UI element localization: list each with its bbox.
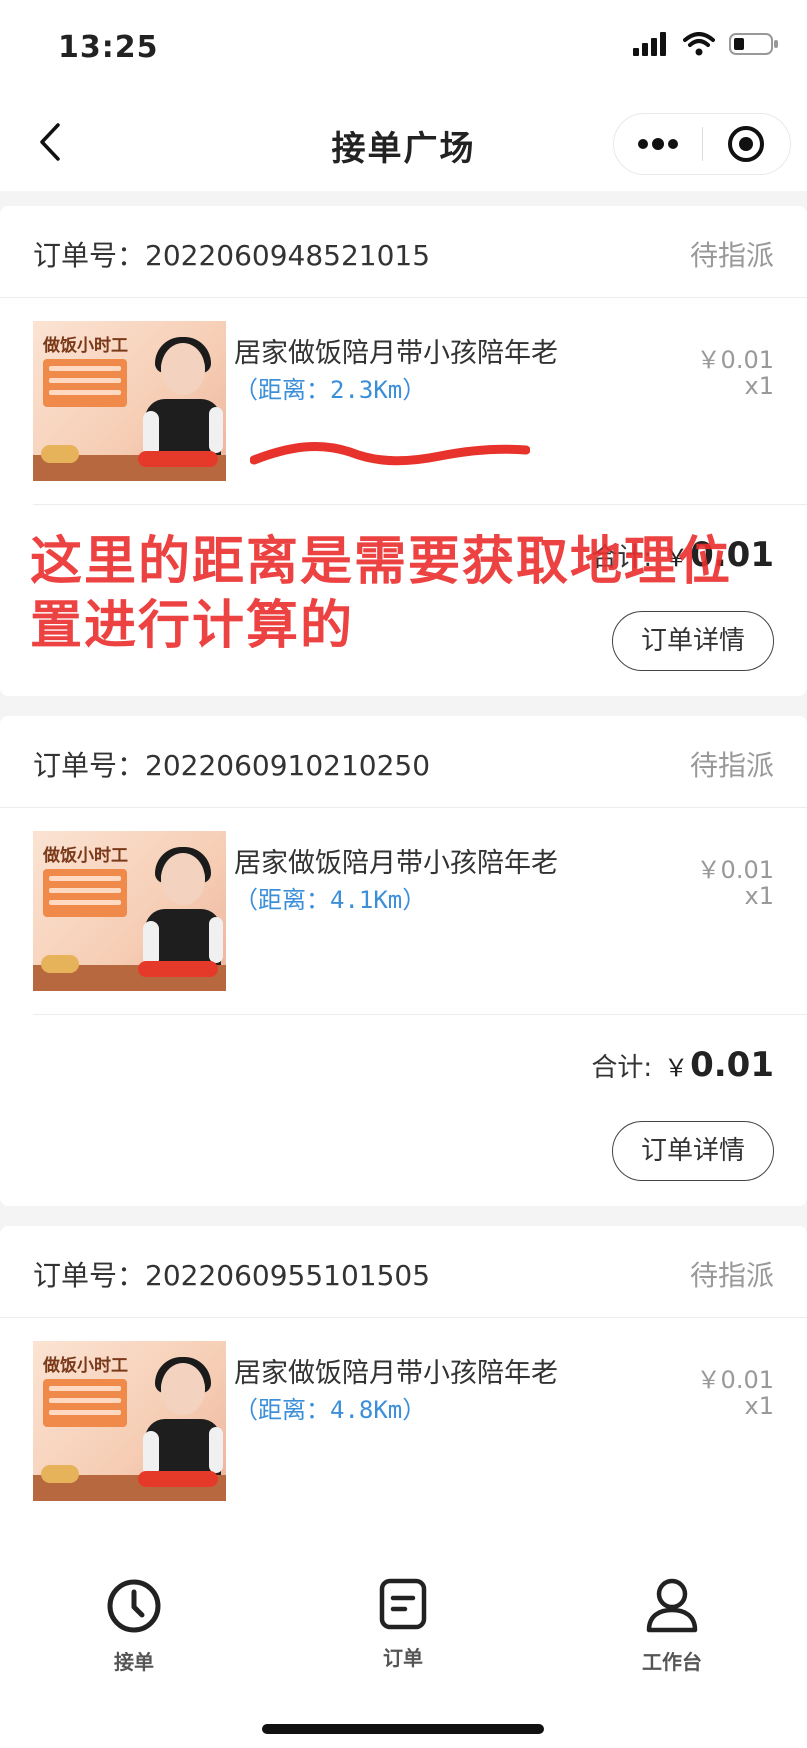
total-label: 合计:: [591, 543, 653, 573]
document-icon: [379, 1578, 427, 1630]
item-thumbnail: 做饭小时工: [33, 321, 226, 481]
order-number-label: 订单号：: [33, 239, 146, 272]
total-label: 合计:: [591, 1053, 653, 1083]
order-card: 订单号：2022060955101505 待指派 做饭小时工 居家做饭陪月带小孩…: [0, 1226, 807, 1556]
tab-label: 接单: [114, 1650, 154, 1674]
status-icons: [633, 32, 779, 56]
tab-orders[interactable]: 订单: [328, 1578, 478, 1671]
clock-icon: [107, 1579, 161, 1633]
close-button[interactable]: [703, 114, 791, 174]
more-dots-icon: [637, 138, 678, 150]
order-detail-button[interactable]: 订单详情: [612, 1121, 774, 1181]
order-status: 待指派: [689, 239, 774, 272]
item-title-text: 居家做饭陪月带小孩陪年老: [234, 1358, 558, 1389]
order-item[interactable]: 做饭小时工 居家做饭陪月带小孩陪年老 （距离：4.8Km） ￥0.01 x1: [0, 1318, 807, 1524]
item-quantity: x1: [744, 882, 774, 910]
order-number-value: 2022060948521015: [145, 239, 431, 272]
thumbnail-price-box: [43, 869, 127, 917]
user-icon: [646, 1578, 698, 1633]
item-thumbnail: 做饭小时工: [33, 831, 226, 991]
order-item[interactable]: 做饭小时工 居家做饭陪月带小孩陪年老 （距离：4.1Km） ￥0.01 x1: [0, 808, 807, 1014]
item-thumbnail: 做饭小时工: [33, 1341, 226, 1501]
target-circle-icon: [728, 126, 765, 162]
item-title-text: 居家做饭陪月带小孩陪年老: [234, 338, 558, 369]
total-value: 0.01: [690, 535, 774, 575]
thumbnail-title: 做饭小时工: [43, 1356, 128, 1376]
item-price: ￥0.01: [696, 346, 774, 374]
item-title: 居家做饭陪月带小孩陪年老 （距离：4.8Km）: [234, 1356, 564, 1428]
order-header: 订单号：2022060955101505 待指派: [0, 1226, 807, 1318]
order-card: 订单号：2022060948521015 待指派 做饭小时工 居家做饭陪月带小孩…: [0, 206, 807, 696]
tab-bar: 接单 订单 工作台: [0, 1530, 807, 1748]
item-quantity: x1: [744, 372, 774, 400]
order-number: 订单号：2022060948521015: [33, 234, 430, 274]
item-title: 居家做饭陪月带小孩陪年老 （距离：2.3Km）: [234, 336, 564, 408]
status-time: 13:25: [58, 30, 159, 65]
tab-label: 订单: [383, 1646, 423, 1670]
item-distance: （距离：2.3Km）: [234, 376, 427, 404]
total-value: 0.01: [690, 1045, 774, 1085]
total-currency: ￥: [664, 1054, 689, 1082]
thumbnail-title: 做饭小时工: [43, 336, 128, 356]
nav-bar: 接单广场: [0, 95, 807, 191]
thumbnail-title: 做饭小时工: [43, 846, 128, 866]
signal-icon: [633, 32, 666, 56]
total-currency: ￥: [664, 544, 689, 572]
order-status: 待指派: [689, 1259, 774, 1292]
order-total: 合计: ￥ 0.01: [591, 535, 774, 575]
order-status: 待指派: [689, 749, 774, 782]
item-price: ￥0.01: [696, 1366, 774, 1394]
order-number: 订单号：2022060955101505: [33, 1254, 430, 1294]
tab-label: 工作台: [642, 1650, 702, 1674]
item-quantity: x1: [744, 1392, 774, 1420]
thumbnail-price-box: [43, 359, 127, 407]
order-number-value: 2022060955101505: [145, 1259, 431, 1292]
order-footer: 合计: ￥ 0.01 订单详情: [0, 505, 807, 685]
order-header: 订单号：2022060910210250 待指派: [0, 716, 807, 808]
order-number-label: 订单号：: [33, 749, 146, 782]
order-detail-button[interactable]: 订单详情: [612, 611, 774, 671]
item-distance: （距离：4.1Km）: [234, 886, 427, 914]
order-number: 订单号：2022060910210250: [33, 744, 430, 784]
order-header: 订单号：2022060948521015 待指派: [0, 206, 807, 298]
item-distance: （距离：4.8Km）: [234, 1396, 427, 1424]
home-indicator[interactable]: [262, 1724, 544, 1734]
more-button[interactable]: [614, 114, 702, 174]
item-title: 居家做饭陪月带小孩陪年老 （距离：4.1Km）: [234, 846, 564, 918]
order-item[interactable]: 做饭小时工 居家做饭陪月带小孩陪年老 （距离：2.3Km） ￥0.01 x1: [0, 298, 807, 504]
battery-icon: [729, 33, 778, 55]
item-price: ￥0.01: [696, 856, 774, 884]
tab-workbench[interactable]: 工作台: [597, 1578, 747, 1675]
tab-accept-orders[interactable]: 接单: [59, 1578, 209, 1675]
order-number-value: 2022060910210250: [145, 749, 431, 782]
status-bar: 13:25: [0, 0, 807, 95]
order-number-label: 订单号：: [33, 1259, 146, 1292]
wifi-icon: [683, 32, 715, 56]
thumbnail-price-box: [43, 1379, 127, 1427]
order-card: 订单号：2022060910210250 待指派 做饭小时工 居家做饭陪月带小孩…: [0, 716, 807, 1206]
order-total: 合计: ￥ 0.01: [591, 1045, 774, 1085]
order-footer: 合计: ￥ 0.01 订单详情: [0, 1015, 807, 1195]
mini-program-capsule: [613, 113, 791, 175]
item-title-text: 居家做饭陪月带小孩陪年老: [234, 848, 558, 879]
